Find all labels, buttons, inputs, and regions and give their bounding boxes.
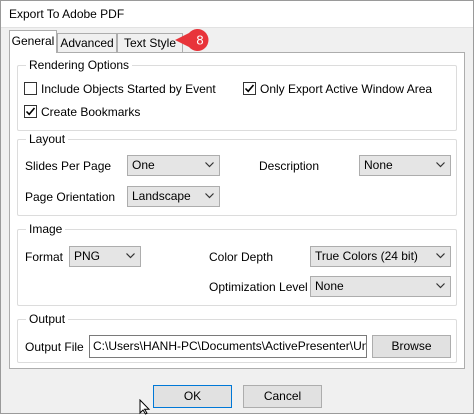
rendering-options-group: Rendering Options Include Objects Starte… [17,58,457,131]
checkmark-icon [244,84,255,93]
create-bookmarks-checkbox[interactable] [24,105,37,118]
description-dropdown[interactable]: None [359,155,451,176]
chevron-down-icon [205,162,214,168]
chevron-down-icon [436,162,445,168]
only-export-label: Only Export Active Window Area [260,82,433,96]
color-depth-dropdown[interactable]: True Colors (24 bit) [310,246,451,267]
export-dialog: Export To Adobe PDF Rendering Options In… [0,0,474,415]
description-value: None [364,158,393,172]
output-group: Output Output File C:\Users\HANH-PC\Docu… [17,312,457,363]
slides-per-page-label: Slides Per Page [25,159,112,173]
optimization-level-label: Optimization Level [209,280,308,294]
slides-per-page-dropdown[interactable]: One [127,155,220,176]
browse-button[interactable]: Browse [372,335,451,358]
chevron-down-icon [126,253,135,259]
general-tab-panel: Rendering Options Include Objects Starte… [9,52,465,369]
tab-advanced[interactable]: Advanced [57,33,117,52]
format-label: Format [25,250,64,264]
chevron-down-icon [436,283,445,289]
page-orientation-label: Page Orientation [25,190,116,204]
output-legend: Output [26,312,69,326]
chevron-down-icon [205,193,214,199]
optimization-level-value: None [315,279,344,293]
slides-per-page-value: One [132,158,155,172]
window-title: Export To Adobe PDF [9,7,125,21]
format-value: PNG [74,249,101,263]
mouse-cursor-icon [139,399,151,415]
ok-button[interactable]: OK [153,385,232,408]
output-file-label: Output File [25,340,84,354]
layout-group: Layout Slides Per Page One Description N… [17,132,457,216]
callout-badge: 8 [173,28,215,52]
callout-number: 8 [196,33,203,48]
include-objects-label: Include Objects Started by Event [41,82,216,96]
only-export-checkbox[interactable] [243,82,256,95]
format-dropdown[interactable]: PNG [69,246,141,267]
image-group: Image Format PNG Color Depth True Colors… [17,222,457,306]
color-depth-label: Color Depth [209,250,274,264]
create-bookmarks-label: Create Bookmarks [41,105,141,119]
output-file-input[interactable]: C:\Users\HANH-PC\Documents\ActivePresent… [89,335,367,358]
callout-marker-icon: 8 [175,29,209,51]
page-orientation-dropdown[interactable]: Landscape [127,186,220,207]
layout-legend: Layout [26,132,69,146]
optimization-level-dropdown[interactable]: None [310,276,451,297]
tab-general[interactable]: General [9,30,57,53]
image-legend: Image [26,222,66,236]
cancel-button[interactable]: Cancel [243,385,322,408]
title-bar: Export To Adobe PDF [1,1,473,28]
rendering-options-legend: Rendering Options [26,58,133,72]
description-label: Description [259,159,320,173]
include-objects-checkbox[interactable] [24,82,37,95]
chevron-down-icon [436,253,445,259]
checkmark-icon [25,107,36,116]
color-depth-value: True Colors (24 bit) [315,249,418,263]
page-orientation-value: Landscape [132,189,191,203]
